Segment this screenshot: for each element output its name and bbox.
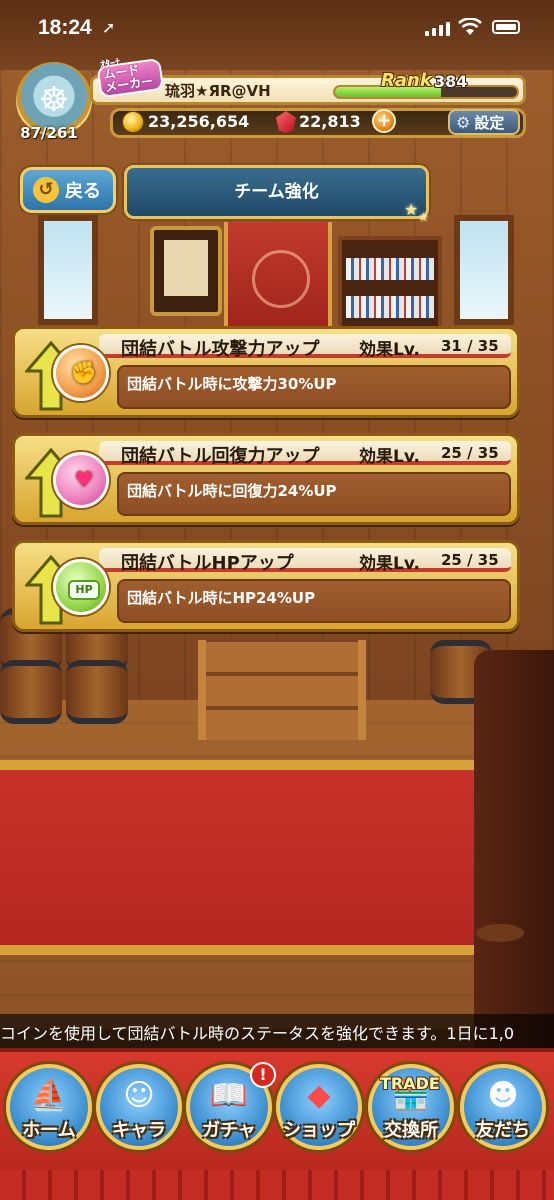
gear-icon: ⚙ <box>456 112 471 132</box>
back-label: 戻る <box>65 181 101 202</box>
stool <box>476 924 524 942</box>
effect-level-label: 効果Lv. <box>359 447 420 467</box>
wooden-counter <box>474 650 554 1050</box>
rank-label: Rank <box>381 70 432 91</box>
upgrade-description: 団結バトル時に攻撃力30%UP <box>127 375 337 393</box>
friends-icon: ☻ <box>487 1078 519 1113</box>
battery-icon <box>492 20 520 34</box>
ship-icon: ⛵ <box>30 1078 68 1113</box>
effect-level: 25 / 35 <box>441 444 499 462</box>
wifi-icon <box>458 18 482 35</box>
upgrade-title: 団結バトルHPアップ <box>121 553 294 574</box>
upgrade-card-heal[interactable]: 団結バトル回復力アップ 効果Lv. 25 / 35 団結バトル時に回復力24%U… <box>12 433 520 525</box>
friends-label: 友だち <box>476 1120 530 1141</box>
coin-icon <box>122 111 144 133</box>
effect-level: 25 / 35 <box>441 551 499 569</box>
red-banner <box>224 222 332 342</box>
shop-label: ショップ <box>283 1120 355 1141</box>
barrel <box>0 660 62 724</box>
chara-label: キャラ <box>112 1120 166 1141</box>
attack-up-icon: ✊ <box>25 337 113 413</box>
ship-wheel-icon: ☸ <box>38 80 70 120</box>
info-ticker: コインを使用して団結バトル時のステータスを強化できます。1日に1,0 <box>0 1014 554 1048</box>
trade-banner: TRADE <box>380 1074 440 1093</box>
bookshelf <box>338 236 442 332</box>
status-bar: 18:24 ➚ <box>0 0 554 60</box>
hp-tag: HP <box>68 580 100 600</box>
ticker-text: コインを使用して団結バトル時のステータスを強化できます。1日に1,0 <box>0 1024 515 1043</box>
gem-icon: ◆ <box>307 1078 331 1113</box>
upgrade-card-attack[interactable]: 団結バトル攻撃力アップ 効果Lv. 31 / 35 団結バトル時に攻撃力30%U… <box>12 326 520 418</box>
upgrade-title: 団結バトル攻撃力アップ <box>121 339 320 360</box>
level-progress: 87/261 <box>20 124 78 142</box>
effect-level-label: 効果Lv. <box>359 554 420 574</box>
heal-up-icon: ♥ <box>25 444 113 520</box>
rank-value: 384 <box>434 72 468 91</box>
buy-gems-button[interactable]: + <box>372 109 396 133</box>
sparkle-star-icon: ★ <box>418 210 429 224</box>
gem-count: 22,813 <box>299 112 361 131</box>
coin-count: 23,256,654 <box>148 112 250 131</box>
hp-up-icon: HP <box>25 551 113 627</box>
back-arrow-icon: ↺ <box>33 177 59 203</box>
upgrade-title: 団結バトル回復力アップ <box>121 446 320 467</box>
barrel <box>66 660 128 724</box>
upgrade-card-hp[interactable]: 団結バトルHPアップ 効果Lv. 25 / 35 団結バトル時にHP24%UP … <box>12 540 520 632</box>
home-label: ホーム <box>22 1120 76 1141</box>
cellular-signal-icon <box>425 22 450 36</box>
player-name: 琉羽★ЯR@VH <box>165 82 271 100</box>
red-carpet <box>0 760 520 955</box>
effect-level-label: 効果Lv. <box>359 340 420 360</box>
status-time: 18:24 <box>38 16 92 39</box>
wanted-poster <box>150 226 222 316</box>
stairs <box>198 640 366 740</box>
upgrade-description: 団結バトル時に回復力24%UP <box>127 482 337 500</box>
left-window <box>38 215 98 325</box>
effect-level: 31 / 35 <box>441 337 499 355</box>
right-window <box>454 215 514 325</box>
page-title: チーム強化 <box>124 165 429 219</box>
settings-label: 設定 <box>474 113 505 132</box>
sparkle-star-icon: ★ <box>404 200 419 219</box>
upgrade-description: 団結バトル時にHP24%UP <box>127 589 316 607</box>
character-icon: ☺ <box>123 1078 155 1113</box>
settings-button[interactable]: ⚙ 設定 <box>448 109 520 135</box>
location-arrow-icon: ➚ <box>102 20 116 37</box>
back-button[interactable]: ↺ 戻る <box>20 167 116 213</box>
gacha-alert-badge: ! <box>250 1062 276 1088</box>
trade-label: 交換所 <box>384 1120 438 1141</box>
player-title-badge: ｵﾀｰﾅ ムード メーカー <box>95 48 167 105</box>
gacha-label: ガチャ <box>202 1120 256 1141</box>
